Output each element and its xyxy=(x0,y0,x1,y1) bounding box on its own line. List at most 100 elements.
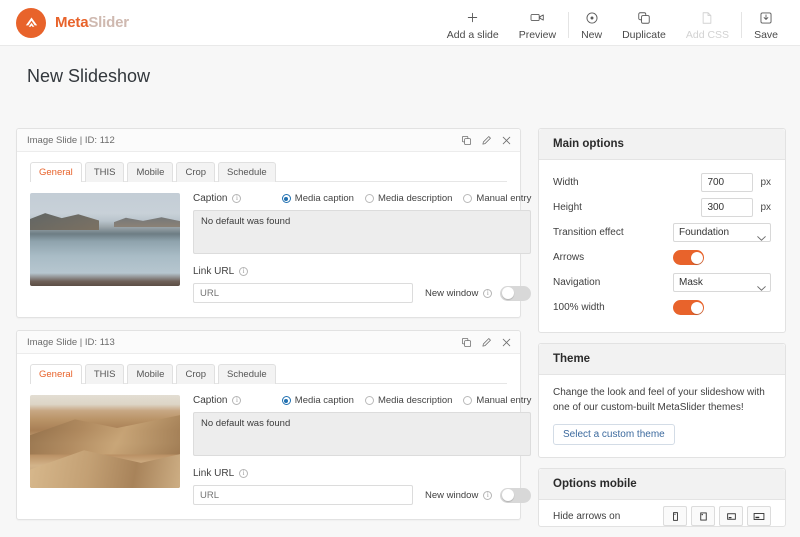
tab-crop[interactable]: Crop xyxy=(176,364,216,384)
hide-arrows-label: Hide arrows on xyxy=(553,510,621,522)
top-toolbar: Add a slide Preview New Duplicate Add CS… xyxy=(437,0,800,46)
hide-arrows-row: Hide arrows on xyxy=(539,500,785,526)
info-icon[interactable]: i xyxy=(232,194,242,203)
radio-manual-entry[interactable]: Manual entry xyxy=(463,395,531,406)
slide-card: Image Slide | ID: 112 General THIS Mobil… xyxy=(16,128,532,318)
slide-thumbnail[interactable] xyxy=(30,193,180,286)
radio-manual-entry-label: Manual entry xyxy=(476,193,532,204)
add-css-button[interactable]: Add CSS xyxy=(676,0,739,46)
mobile-icon[interactable] xyxy=(663,506,687,526)
tab-this[interactable]: THIS xyxy=(84,364,125,384)
preview-label: Preview xyxy=(518,28,557,41)
info-icon[interactable]: i xyxy=(483,288,493,298)
info-icon[interactable]: i xyxy=(483,490,493,500)
caption-textarea[interactable]: No default was found xyxy=(193,210,532,254)
save-button[interactable]: Save xyxy=(744,0,788,46)
radio-media-description[interactable]: Media description xyxy=(364,395,453,406)
link-url-input-row: New window i xyxy=(193,283,532,303)
tab-schedule[interactable]: Schedule xyxy=(218,162,276,182)
transition-effect-row: Transition effect Foundation xyxy=(553,220,771,245)
radio-dot-icon xyxy=(364,396,374,405)
select-custom-theme-button[interactable]: Select a custom theme xyxy=(553,424,675,445)
preview-button[interactable]: Preview xyxy=(509,0,566,46)
add-a-slide-button[interactable]: Add a slide xyxy=(437,0,509,46)
metaslider-chevron-logo-icon xyxy=(16,7,46,38)
save-download-icon xyxy=(759,9,773,27)
pencil-icon[interactable] xyxy=(481,135,492,146)
info-icon[interactable]: i xyxy=(232,396,242,405)
top-bar: MetaSlider Add a slide Preview New Dupli… xyxy=(0,0,800,46)
navigation-select-wrap: Mask xyxy=(673,273,771,292)
height-unit: px xyxy=(760,202,771,213)
settings-sidebar: Main options Width px Height px Transiti… xyxy=(538,128,786,537)
slide-title: Image Slide | ID: 113 xyxy=(27,336,115,348)
transition-effect-select[interactable]: Foundation xyxy=(673,223,771,242)
slide-fields: Caption i Media caption Media descriptio… xyxy=(180,395,532,505)
caption-textarea[interactable]: No default was found xyxy=(193,412,532,456)
new-window-toggle[interactable] xyxy=(500,487,532,503)
brand-slider-label: Slider xyxy=(88,14,129,31)
link-url-row: Link URL i xyxy=(193,468,531,479)
slide-thumbnail[interactable] xyxy=(30,395,180,488)
caption-row: Caption i Media caption Media descriptio… xyxy=(193,395,531,406)
pencil-icon[interactable] xyxy=(481,337,492,348)
height-input[interactable] xyxy=(701,198,754,217)
new-window-label: New window xyxy=(425,489,479,501)
copy-icon xyxy=(637,9,651,27)
navigation-select[interactable]: Mask xyxy=(673,273,771,292)
new-button[interactable]: New xyxy=(571,0,612,46)
brand-text: MetaSlider xyxy=(55,14,129,31)
caption-label: Caption xyxy=(193,395,228,406)
main-options-title: Main options xyxy=(539,129,785,160)
tab-schedule[interactable]: Schedule xyxy=(218,364,276,384)
options-mobile-panel: Options mobile Hide arrows on xyxy=(538,468,786,527)
radio-media-caption-label: Media caption xyxy=(294,395,354,406)
slide-card: Image Slide | ID: 113 General THIS Mobil… xyxy=(16,330,532,520)
tab-mobile[interactable]: Mobile xyxy=(127,162,174,182)
width-unit: px xyxy=(760,177,771,188)
tab-this[interactable]: THIS xyxy=(84,162,125,182)
arrows-toggle[interactable] xyxy=(673,250,704,265)
link-url-input[interactable] xyxy=(193,283,413,303)
tab-general[interactable]: General xyxy=(30,364,82,384)
plus-icon xyxy=(466,9,479,27)
width-input[interactable] xyxy=(701,173,754,192)
tablet-icon[interactable] xyxy=(691,506,715,526)
link-url-label: Link URL xyxy=(193,266,235,277)
toolbar-divider-1 xyxy=(568,11,570,38)
new-window-label: New window xyxy=(425,287,479,299)
tab-general[interactable]: General xyxy=(30,162,82,182)
full-width-toggle[interactable] xyxy=(673,300,704,315)
radio-media-caption[interactable]: Media caption xyxy=(281,193,354,204)
link-url-input[interactable] xyxy=(193,485,413,505)
duplicate-button[interactable]: Duplicate xyxy=(612,0,676,46)
tab-crop[interactable]: Crop xyxy=(176,162,216,182)
desktop-icon[interactable] xyxy=(747,506,771,526)
tab-mobile[interactable]: Mobile xyxy=(127,364,174,384)
navigation-row: Navigation Mask xyxy=(553,270,771,295)
laptop-icon[interactable] xyxy=(719,506,743,526)
radio-manual-entry[interactable]: Manual entry xyxy=(463,193,531,204)
radio-media-description[interactable]: Media description xyxy=(364,193,452,204)
radio-dot-icon xyxy=(364,194,374,203)
caption-source-radio-group: Media caption Media description Manual e… xyxy=(281,395,531,406)
height-label: Height xyxy=(553,202,582,213)
link-url-input-row: New window i xyxy=(193,485,532,505)
caption-source-radio-group: Media caption Media description Manual e… xyxy=(281,193,531,204)
brand-logo-group[interactable]: MetaSlider xyxy=(16,7,129,38)
arrows-row: Arrows xyxy=(553,245,771,270)
radio-manual-entry-label: Manual entry xyxy=(476,395,532,406)
copy-icon[interactable] xyxy=(461,337,472,348)
slide-tabs: General THIS Mobile Crop Schedule xyxy=(17,354,520,384)
info-icon[interactable]: i xyxy=(239,267,249,276)
main-options-panel: Main options Width px Height px Transiti… xyxy=(538,128,786,333)
copy-icon[interactable] xyxy=(461,135,472,146)
info-icon[interactable]: i xyxy=(239,469,249,478)
circle-dot-icon xyxy=(585,9,599,27)
add-css-label: Add CSS xyxy=(685,28,730,41)
new-window-toggle[interactable] xyxy=(500,285,532,301)
close-icon[interactable] xyxy=(501,135,512,146)
close-icon[interactable] xyxy=(501,337,512,348)
radio-media-caption[interactable]: Media caption xyxy=(281,395,354,406)
radio-media-description-label: Media description xyxy=(377,395,453,406)
